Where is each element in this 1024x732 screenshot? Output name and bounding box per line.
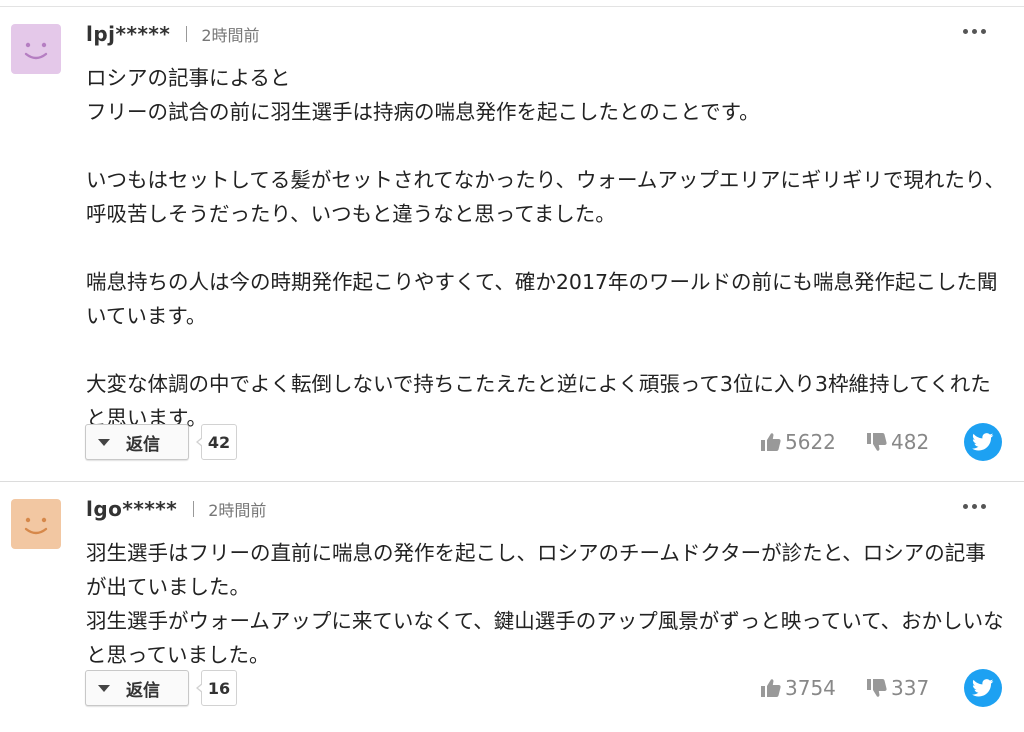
thumbs-down-icon: [867, 433, 887, 451]
smiley-face-icon: [24, 42, 48, 60]
like-button[interactable]: 5622: [760, 426, 836, 458]
timestamp: 2時間前: [201, 26, 260, 45]
smiley-face-icon: [24, 517, 48, 535]
comment-actions: 返信 42 5622 482: [0, 422, 1024, 466]
comment-actions: 返信 16 3754 337: [0, 668, 1024, 712]
triangle-down-icon: [98, 438, 110, 446]
timestamp: 2時間前: [208, 501, 267, 520]
avatar[interactable]: [11, 499, 61, 549]
like-count: 5622: [785, 430, 836, 454]
triangle-down-icon: [98, 684, 110, 692]
comment-body: 羽生選手はフリーの直前に喘息の発作を起こし、ロシアのチームドクターが診たと、ロシ…: [86, 541, 1004, 667]
twitter-icon: [972, 433, 994, 451]
comment-meta: lgo***** 2時間前: [86, 496, 266, 522]
comment-meta: lpj***** 2時間前: [86, 21, 260, 47]
comment-item: lpj***** 2時間前 ロシアの記事によると フリーの試合の前に羽生選手は持…: [0, 7, 1024, 481]
like-button[interactable]: 3754: [760, 672, 836, 704]
dislike-count: 482: [891, 430, 930, 454]
dislike-button[interactable]: 482: [866, 426, 929, 458]
avatar[interactable]: [11, 24, 61, 74]
meta-separator: [186, 26, 188, 42]
comment-body: ロシアの記事によると フリーの試合の前に羽生選手は持病の喘息発作を起こしたとのこ…: [86, 66, 1006, 430]
reply-count[interactable]: 42: [196, 424, 237, 460]
twitter-share-button[interactable]: [964, 669, 1002, 707]
dislike-button[interactable]: 337: [866, 672, 929, 704]
reply-label: 返信: [126, 434, 160, 455]
reply-button[interactable]: 返信: [85, 424, 189, 460]
reply-count[interactable]: 16: [196, 670, 237, 706]
reply-button[interactable]: 返信: [85, 670, 189, 706]
reply-label: 返信: [126, 680, 160, 701]
like-count: 3754: [785, 676, 836, 700]
more-dots-icon[interactable]: [963, 504, 986, 509]
twitter-share-button[interactable]: [964, 423, 1002, 461]
thumbs-up-icon: [761, 433, 781, 451]
more-dots-icon[interactable]: [963, 29, 986, 34]
meta-separator: [193, 501, 195, 517]
thumbs-down-icon: [867, 679, 887, 697]
thumbs-up-icon: [761, 679, 781, 697]
dislike-count: 337: [891, 676, 930, 700]
username[interactable]: lpj*****: [86, 22, 170, 46]
username[interactable]: lgo*****: [86, 497, 177, 521]
twitter-icon: [972, 679, 994, 697]
